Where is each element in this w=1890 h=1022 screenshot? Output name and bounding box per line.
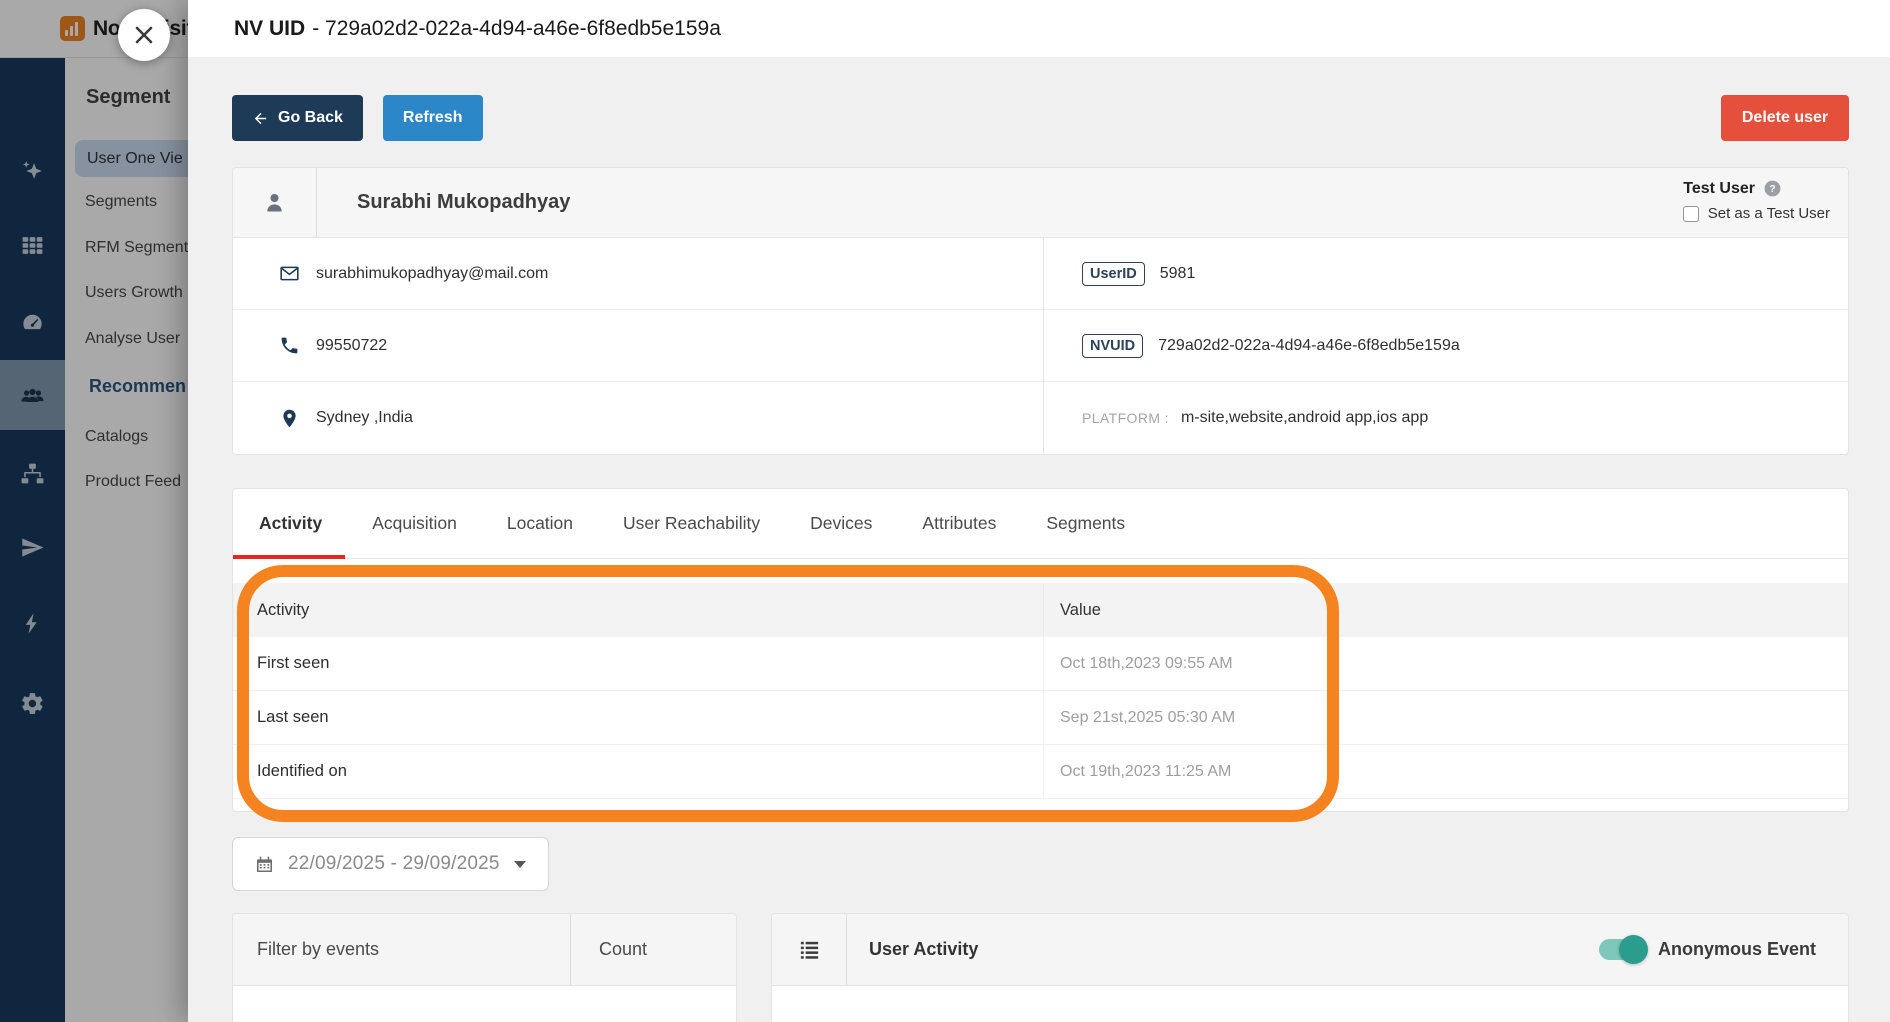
location-row: Sydney ,India xyxy=(233,382,1043,454)
list-icon xyxy=(772,914,847,985)
refresh-button[interactable]: Refresh xyxy=(383,95,483,141)
table-row: Last seen Sep 21st,2025 05:30 AM xyxy=(233,691,1848,745)
nvuid-row: NVUID 729a02d2-022a-4d94-a46e-6f8edb5e15… xyxy=(1044,310,1848,382)
events-panel-header: Filter by events Count xyxy=(233,914,736,986)
email-icon xyxy=(279,263,300,284)
user-activity-title: User Activity xyxy=(847,914,978,985)
close-icon xyxy=(133,24,155,46)
person-icon xyxy=(261,189,288,216)
page-title-uid: - 729a02d2-022a-4d94-a46e-6f8edb5e159a xyxy=(312,17,721,41)
toolbar: Go Back Refresh Delete user xyxy=(232,95,1849,141)
page-title-prefix: NV UID xyxy=(234,17,305,41)
anonymous-event-toggle[interactable] xyxy=(1599,939,1645,960)
filter-by-events-header: Filter by events xyxy=(233,914,571,985)
svg-text:?: ? xyxy=(1769,184,1775,195)
date-range-picker[interactable]: 22/09/2025 - 29/09/2025 xyxy=(232,837,549,891)
userid-badge: UserID xyxy=(1082,262,1145,286)
activity-table: Activity Value First seen Oct 18th,2023 … xyxy=(233,583,1848,811)
nvuid-badge: NVUID xyxy=(1082,334,1143,358)
nvuid-value: 729a02d2-022a-4d94-a46e-6f8edb5e159a xyxy=(1158,337,1460,355)
bottom-panels: Filter by events Count User Activity Ano… xyxy=(232,913,1849,1022)
delete-user-button[interactable]: Delete user xyxy=(1721,95,1849,141)
help-icon[interactable]: ? xyxy=(1763,179,1782,198)
table-row: Identified on Oct 19th,2023 11:25 AM xyxy=(233,745,1848,799)
anonymous-event-control: Anonymous Event xyxy=(1599,914,1848,985)
table-header-row: Activity Value xyxy=(233,583,1848,637)
count-header: Count xyxy=(571,914,736,985)
active-tab-indicator xyxy=(233,555,345,559)
close-button[interactable] xyxy=(118,9,170,61)
tabs-card: Activity Acquisition Location User Reach… xyxy=(232,488,1849,812)
set-test-user-row: Set as a Test User xyxy=(1683,205,1830,222)
chevron-down-icon xyxy=(514,861,526,868)
set-test-user-label: Set as a Test User xyxy=(1708,205,1830,222)
table-row: First seen Oct 18th,2023 09:55 AM xyxy=(233,637,1848,691)
tab-activity[interactable]: Activity xyxy=(259,513,322,534)
user-card-header: Surabhi Mukopadhyay Test User ? Set as a… xyxy=(233,168,1848,238)
row-value: Oct 18th,2023 09:55 AM xyxy=(1043,637,1848,690)
tab-location[interactable]: Location xyxy=(507,513,573,534)
col-header-value: Value xyxy=(1043,583,1848,637)
platform-value: m-site,website,android app,ios app xyxy=(1181,409,1428,427)
row-value: Sep 21st,2025 05:30 AM xyxy=(1043,691,1848,744)
contact-column: surabhimukopadhyay@mail.com 99550722 Syd… xyxy=(233,238,1043,454)
userid-row: UserID 5981 xyxy=(1044,238,1848,310)
test-user-block: Test User ? Set as a Test User xyxy=(1683,175,1838,222)
user-detail-panel: NV UID - 729a02d2-022a-4d94-a46e-6f8edb5… xyxy=(188,0,1890,1022)
test-user-row: Test User ? xyxy=(1683,175,1782,202)
tab-attributes[interactable]: Attributes xyxy=(922,513,996,534)
user-activity-panel: User Activity Anonymous Event xyxy=(771,913,1849,1022)
user-card: Surabhi Mukopadhyay Test User ? Set as a… xyxy=(232,167,1849,455)
phone-icon xyxy=(279,335,300,356)
tab-user-reachability[interactable]: User Reachability xyxy=(623,513,760,534)
platform-row: PLATFORM : m-site,website,android app,io… xyxy=(1044,382,1848,454)
arrow-left-icon xyxy=(252,110,269,127)
location-pin-icon xyxy=(279,408,300,429)
tab-bar: Activity Acquisition Location User Reach… xyxy=(233,489,1848,559)
user-card-details: surabhimukopadhyay@mail.com 99550722 Syd… xyxy=(233,238,1848,454)
row-value: Oct 19th,2023 11:25 AM xyxy=(1043,745,1848,798)
row-label: First seen xyxy=(233,637,1043,690)
tab-acquisition[interactable]: Acquisition xyxy=(372,513,457,534)
filter-by-events-panel: Filter by events Count xyxy=(232,913,737,1022)
panel-body: Go Back Refresh Delete user Surabhi Muko… xyxy=(188,57,1890,1022)
col-header-activity: Activity xyxy=(233,583,1043,637)
date-range-value: 22/09/2025 - 29/09/2025 xyxy=(288,853,500,875)
anonymous-event-label: Anonymous Event xyxy=(1658,939,1816,960)
email-row: surabhimukopadhyay@mail.com xyxy=(233,238,1043,310)
user-activity-header: User Activity Anonymous Event xyxy=(772,914,1848,986)
page-title: NV UID - 729a02d2-022a-4d94-a46e-6f8edb5… xyxy=(188,0,1890,57)
ids-column: UserID 5981 NVUID 729a02d2-022a-4d94-a46… xyxy=(1044,238,1848,454)
userid-value: 5981 xyxy=(1160,265,1196,283)
user-location: Sydney ,India xyxy=(316,409,413,427)
toggle-knob xyxy=(1619,935,1648,964)
tab-segments[interactable]: Segments xyxy=(1046,513,1125,534)
screen: NotifyVisitors xyxy=(0,0,1890,1022)
phone-row: 99550722 xyxy=(233,310,1043,382)
set-test-user-checkbox[interactable] xyxy=(1683,206,1699,222)
test-user-label: Test User xyxy=(1683,180,1755,198)
platform-label: PLATFORM : xyxy=(1082,410,1169,426)
tab-devices[interactable]: Devices xyxy=(810,513,872,534)
user-phone: 99550722 xyxy=(316,337,387,355)
calendar-icon xyxy=(255,855,274,874)
user-email: surabhimukopadhyay@mail.com xyxy=(316,265,548,283)
row-label: Last seen xyxy=(233,691,1043,744)
user-name: Surabhi Mukopadhyay xyxy=(317,168,570,237)
go-back-button[interactable]: Go Back xyxy=(232,95,363,141)
row-label: Identified on xyxy=(233,745,1043,798)
avatar xyxy=(233,168,317,237)
